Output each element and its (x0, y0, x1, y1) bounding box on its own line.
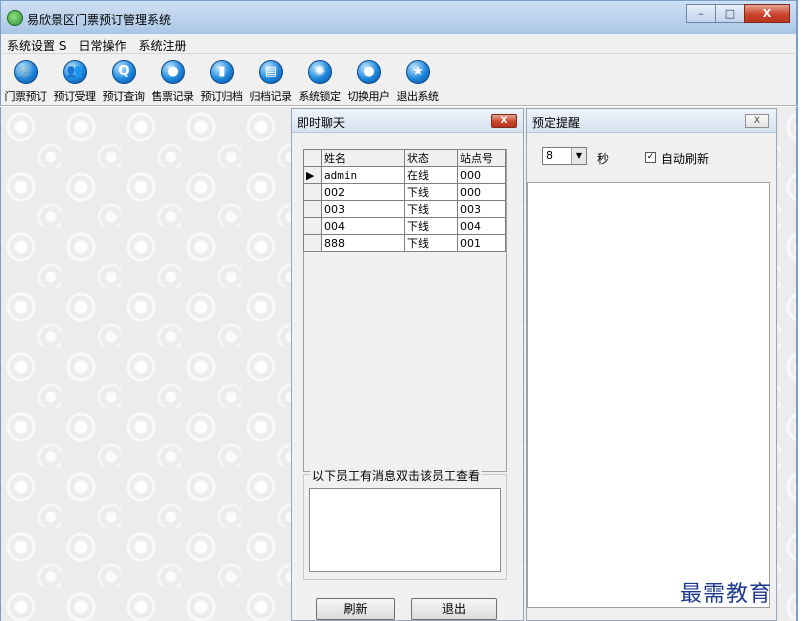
tool-label: 门票预订 (4, 90, 48, 103)
cell-status[interactable]: 下线 (404, 217, 458, 235)
cell-site[interactable]: 000 (457, 166, 506, 184)
column-header-site[interactable]: 站点号 (457, 149, 506, 167)
column-header-status[interactable]: 状态 (404, 149, 458, 167)
tool-label: 系统锁定 (298, 90, 342, 103)
reminder-panel: 预定提醒 X 8 ▼ 秒 ✓ 自动刷新 (526, 108, 777, 621)
tool-label: 预订归档 (200, 90, 244, 103)
table-row[interactable]: 004 下线 004 (303, 217, 506, 235)
row-indicator (303, 234, 322, 252)
tool-label: 预订受理 (53, 90, 97, 103)
window-edge (797, 0, 803, 621)
chat-close-button[interactable]: X (491, 114, 517, 128)
tool-label: 切换用户 (347, 90, 391, 103)
menu-daily-operations[interactable]: 日常操作 (72, 34, 132, 53)
refresh-button[interactable]: 刷新 (316, 598, 395, 620)
cell-name[interactable]: 002 (321, 183, 405, 201)
menu-bar: 系统设置 S 日常操作 系统注册 (0, 34, 797, 54)
cell-name[interactable]: 004 (321, 217, 405, 235)
bar-chart-icon: ▮ (210, 60, 234, 84)
menu-system-settings[interactable]: 系统设置 S (1, 34, 72, 53)
star-icon: ★ (406, 60, 430, 84)
column-header-name[interactable]: 姓名 (321, 149, 405, 167)
reminder-close-button[interactable]: X (745, 114, 769, 128)
chat-panel: 即时聊天 X 姓名 状态 站点号 ▶ admin 在线 000 002 下线 0… (291, 108, 524, 621)
cell-site[interactable]: 001 (457, 234, 506, 252)
reminder-panel-titlebar: 预定提醒 X (527, 109, 776, 133)
reminder-list[interactable] (527, 182, 770, 608)
cell-status[interactable]: 在线 (404, 166, 458, 184)
cart-icon: 🛒 (14, 60, 38, 84)
messages-legend: 以下员工有消息双击该员工查看 (310, 467, 483, 484)
maximize-button[interactable]: □ (715, 4, 745, 23)
chat-panel-title: 即时聊天 (297, 116, 346, 130)
ticket-booking-button[interactable]: 🛒 门票预订 (1, 54, 50, 106)
table-row[interactable]: 003 下线 003 (303, 200, 506, 218)
messages-group: 以下员工有消息双击该员工查看 (303, 467, 507, 580)
staff-table: 姓名 状态 站点号 ▶ admin 在线 000 002 下线 000 003 … (303, 149, 506, 252)
reminder-panel-title: 预定提醒 (532, 116, 581, 130)
table-row[interactable]: ▶ admin 在线 000 (303, 166, 506, 184)
system-lock-button[interactable]: ✺ 系统锁定 (295, 54, 344, 106)
table-header-row: 姓名 状态 站点号 (303, 149, 506, 167)
cell-name[interactable]: admin (321, 166, 405, 184)
row-indicator (303, 217, 322, 235)
search-icon: Q (112, 60, 136, 84)
cell-name[interactable]: 888 (321, 234, 405, 252)
cell-status[interactable]: 下线 (404, 183, 458, 201)
menu-system-register[interactable]: 系统注册 (132, 34, 192, 53)
row-indicator-header (303, 149, 322, 167)
booking-query-button[interactable]: Q 预订查询 (99, 54, 148, 106)
current-row-marker-icon: ▶ (303, 166, 322, 184)
users-icon: 👥 (63, 60, 87, 84)
row-indicator (303, 200, 322, 218)
sales-record-button[interactable]: ● 售票记录 (148, 54, 197, 106)
chat-icon: ● (161, 60, 185, 84)
window-controls: – □ X (686, 4, 790, 23)
title-bar: 易欣景区门票预订管理系统 – □ X (0, 0, 797, 34)
watermark: 最需教育 (680, 582, 773, 607)
exit-system-button[interactable]: ★ 退出系统 (393, 54, 442, 106)
cell-site[interactable]: 004 (457, 217, 506, 235)
table-row[interactable]: 002 下线 000 (303, 183, 506, 201)
booking-archive-button[interactable]: ▮ 预订归档 (197, 54, 246, 106)
chevron-down-icon[interactable]: ▼ (571, 148, 586, 164)
row-indicator (303, 183, 322, 201)
window-title: 易欣景区门票预订管理系统 (27, 13, 172, 27)
switch-user-button[interactable]: ● 切换用户 (344, 54, 393, 106)
speech-icon: ● (357, 60, 381, 84)
app-icon (7, 10, 23, 26)
messages-list[interactable] (309, 488, 501, 572)
gear-icon: ✺ (308, 60, 332, 84)
booking-accept-button[interactable]: 👥 预订受理 (50, 54, 99, 106)
tool-label: 归档记录 (249, 90, 293, 103)
auto-refresh-checkbox[interactable]: ✓ (645, 152, 656, 163)
interval-value: 8 (546, 149, 553, 162)
tool-label: 售票记录 (151, 90, 195, 103)
cell-site[interactable]: 000 (457, 183, 506, 201)
cell-status[interactable]: 下线 (404, 200, 458, 218)
close-button[interactable]: X (744, 4, 790, 23)
archive-record-button[interactable]: ▤ 归档记录 (246, 54, 295, 106)
tool-label: 预订查询 (102, 90, 146, 103)
cell-status[interactable]: 下线 (404, 234, 458, 252)
table-row[interactable]: 888 下线 001 (303, 234, 506, 252)
interval-select[interactable]: 8 ▼ (542, 147, 587, 165)
toolbar: 🛒 门票预订 👥 预订受理 Q 预订查询 ● 售票记录 ▮ 预订归档 ▤ 归档记录 ✺ 系统锁… (0, 54, 797, 106)
document-icon: ▤ (259, 60, 283, 84)
chat-panel-titlebar: 即时聊天 X (292, 109, 523, 133)
cell-site[interactable]: 003 (457, 200, 506, 218)
cell-name[interactable]: 003 (321, 200, 405, 218)
minimize-button[interactable]: – (686, 4, 716, 23)
interval-unit: 秒 (597, 152, 610, 166)
tool-label: 退出系统 (396, 90, 440, 103)
exit-button[interactable]: 退出 (411, 598, 497, 620)
auto-refresh-label: 自动刷新 (661, 152, 710, 166)
